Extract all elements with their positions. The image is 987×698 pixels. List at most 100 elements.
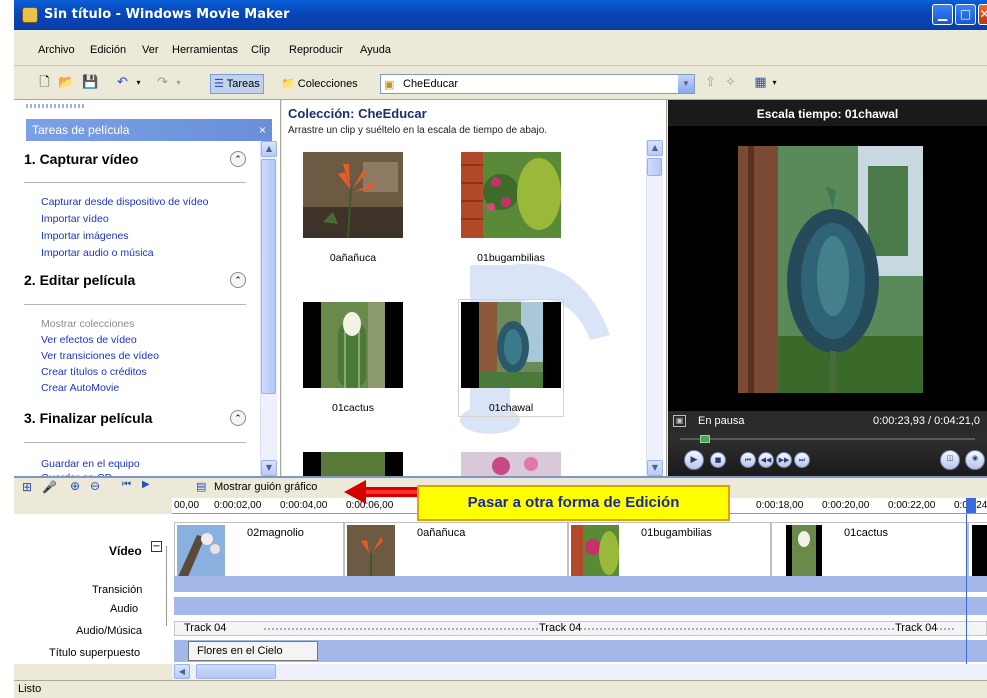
next-frame-icon[interactable]: ⏭ (794, 452, 810, 468)
minimize-button[interactable]: ▁ (932, 4, 953, 25)
link-save-computer[interactable]: Guardar en el equipo (41, 458, 140, 470)
set-audio-levels-icon[interactable]: 🎤 (42, 480, 57, 494)
ruler-tick: 0:00:18,00 (756, 500, 804, 511)
show-storyboard-button[interactable]: Mostrar guión gráfico (214, 481, 317, 493)
open-project-icon[interactable]: 📂 (58, 75, 75, 91)
clip-thumbnail-selected[interactable]: 01chawal (458, 299, 564, 417)
save-project-icon[interactable]: 💾 (82, 75, 99, 91)
title-overlay-clip[interactable]: Flores en el Cielo (188, 641, 318, 661)
menu-archivo[interactable]: Archivo (38, 44, 75, 56)
collapse-track-icon[interactable]: − (151, 541, 162, 552)
tasks-scrollbar[interactable]: ▲ ▼ (260, 141, 277, 476)
split-view-icon[interactable]: ▣ (673, 415, 686, 427)
track-label-audio: Audio (110, 603, 139, 615)
new-collection-icon[interactable]: ✧ (722, 75, 739, 91)
collection-title: Colección: CheEducar (288, 106, 427, 121)
maximize-button[interactable]: □ (955, 4, 976, 25)
storyboard-icon[interactable]: ▤ (196, 480, 206, 493)
rewind-timeline-icon[interactable]: ⏮ (122, 479, 131, 490)
new-project-icon[interactable]: 🗋 (36, 75, 53, 91)
section-finish-title[interactable]: 3. Finalizar película ⌃ (24, 410, 246, 426)
undo-icon[interactable]: ↶ (114, 75, 131, 91)
audio-music-track[interactable]: Track 04 Track 04 Track 04 (174, 619, 987, 638)
timeline-video-clip[interactable] (968, 522, 987, 582)
play-icon[interactable]: ▶ (684, 450, 704, 470)
link-capture-device[interactable]: Capturar desde dispositivo de vídeo (41, 196, 209, 208)
menu-edicion[interactable]: Edición (90, 44, 126, 56)
close-icon[interactable]: × (259, 119, 266, 141)
clip-image (786, 525, 822, 579)
menu-reproducir[interactable]: Reproducir (289, 44, 343, 56)
clip-thumbnail[interactable] (303, 452, 403, 476)
collection-select[interactable]: ▣ CheEducar ▼ (380, 74, 695, 94)
scroll-up-icon[interactable]: ▲ (261, 141, 277, 157)
split-clip-icon[interactable]: ◫ (940, 450, 960, 470)
timeline-grid-icon[interactable]: ⊞ (22, 480, 32, 494)
menu-ayuda[interactable]: Ayuda (360, 44, 391, 56)
timeline-video-clip[interactable]: 01bugambilias (568, 522, 771, 582)
zoom-out-icon[interactable]: ⊖ (90, 479, 100, 493)
up-folder-icon[interactable]: ⇧ (702, 75, 719, 91)
menu-ver[interactable]: Ver (142, 44, 159, 56)
timeline-video-clip[interactable]: 01cactus (771, 522, 968, 582)
collapse-icon[interactable]: ⌃ (230, 410, 246, 426)
clip-thumbnail[interactable] (461, 452, 561, 476)
timeline-video-clip[interactable]: 02magnolio (174, 522, 344, 582)
link-import-audio[interactable]: Importar audio o música (41, 247, 154, 259)
close-button[interactable]: ✕ (978, 4, 987, 25)
playback-time: 0:00:23,93 / 0:04:21,0 (873, 415, 981, 427)
collection-scrollbar[interactable]: ▲ ▼ (646, 140, 663, 476)
clip-thumbnail[interactable]: 0añañuca (303, 152, 403, 264)
timeline-tracks: Vídeo − Transición Audio Audio/Música Tí… (14, 514, 987, 664)
section-edit-title[interactable]: 2. Editar película ⌃ (24, 272, 246, 288)
menu-herramientas[interactable]: Herramientas (172, 44, 238, 56)
link-create-titles[interactable]: Crear títulos o créditos (41, 366, 147, 378)
link-automovie[interactable]: Crear AutoMovie (41, 382, 119, 394)
playhead-marker[interactable] (966, 498, 976, 513)
fast-forward-icon[interactable]: ▶▶ (776, 452, 792, 468)
seek-handle[interactable] (700, 435, 710, 443)
clip-thumbnail[interactable]: 01cactus (303, 302, 403, 414)
section-divider (24, 442, 246, 443)
scroll-up-icon[interactable]: ▲ (647, 140, 663, 156)
scroll-down-icon[interactable]: ▼ (647, 460, 663, 476)
ruler-tick: 0:00:04,00 (280, 500, 328, 511)
title-overlay-track[interactable]: Flores en el Cielo (174, 640, 987, 662)
tasks-pane-header: Tareas de película × (26, 119, 272, 141)
tasks-button[interactable]: ☰ Tareas (210, 74, 264, 94)
views-dropdown-icon[interactable]: ▾ (766, 75, 783, 91)
play-timeline-icon[interactable]: ▶ (142, 479, 150, 490)
audio-track[interactable] (174, 597, 987, 615)
collapse-icon[interactable]: ⌃ (230, 151, 246, 167)
timeline-scrollbar[interactable]: ◀ (172, 664, 987, 680)
redo-dropdown-icon[interactable]: ▾ (170, 75, 187, 91)
scroll-thumb[interactable] (196, 664, 276, 679)
clip-image (177, 525, 225, 579)
scroll-thumb[interactable] (647, 158, 662, 176)
stop-icon[interactable]: ■ (710, 452, 726, 468)
menu-clip[interactable]: Clip (251, 44, 270, 56)
link-video-effects[interactable]: Ver efectos de vídeo (41, 334, 137, 346)
collapse-icon[interactable]: ⌃ (230, 272, 246, 288)
link-import-images[interactable]: Importar imágenes (41, 230, 129, 242)
collections-button[interactable]: 📁 Colecciones (277, 74, 362, 94)
take-picture-icon[interactable]: ◉ (965, 450, 985, 470)
section-capture-title[interactable]: 1. Capturar vídeo ⌃ (24, 151, 246, 167)
transition-track[interactable] (174, 576, 987, 592)
link-import-video[interactable]: Importar vídeo (41, 213, 109, 225)
timeline-video-clip[interactable]: 0añañuca (344, 522, 568, 582)
rewind-icon[interactable]: ◀◀ (758, 452, 774, 468)
seek-bar[interactable] (668, 433, 987, 445)
chevron-down-icon[interactable]: ▼ (678, 75, 694, 93)
scroll-thumb[interactable] (261, 159, 276, 394)
scroll-left-icon[interactable]: ◀ (174, 664, 190, 679)
link-video-transitions[interactable]: Ver transiciones de vídeo (41, 350, 159, 362)
collection-icon: ▣ (384, 79, 395, 91)
redo-icon[interactable]: ↷ (154, 75, 171, 91)
scroll-down-icon[interactable]: ▼ (261, 460, 277, 476)
collection-select-value: CheEducar (403, 78, 459, 90)
zoom-in-icon[interactable]: ⊕ (70, 479, 80, 493)
clip-thumbnail[interactable]: 01bugambilias (461, 152, 561, 264)
previous-frame-icon[interactable]: ⏮ (740, 452, 756, 468)
undo-dropdown-icon[interactable]: ▾ (130, 75, 147, 91)
